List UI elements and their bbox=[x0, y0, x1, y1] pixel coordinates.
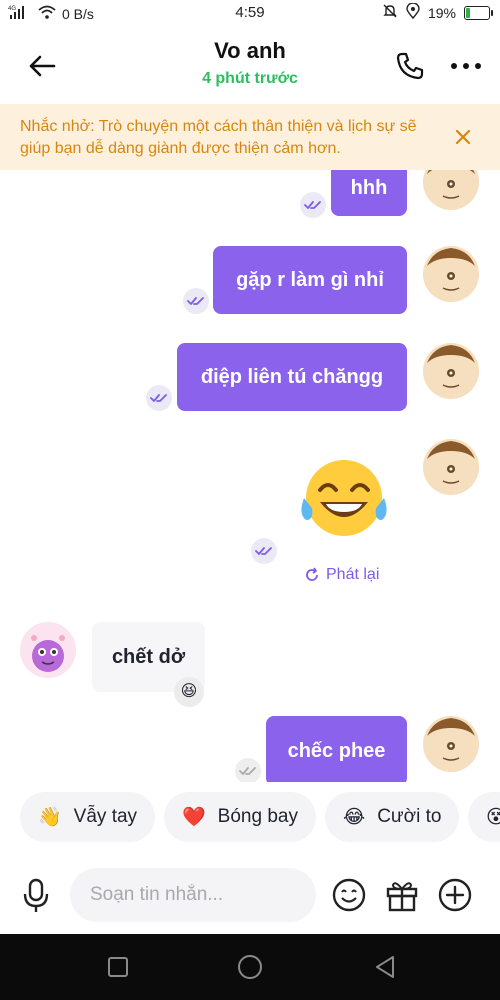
replay-icon bbox=[306, 567, 318, 581]
call-button[interactable] bbox=[390, 46, 430, 86]
voice-message-button[interactable] bbox=[18, 876, 54, 916]
quick-reply-label: Cười to bbox=[377, 806, 442, 827]
battery-percent: 19% bbox=[427, 4, 456, 21]
quick-reply-label: Vẫy tay bbox=[73, 806, 138, 827]
recent-apps-button[interactable] bbox=[103, 952, 133, 982]
microphone-icon bbox=[23, 878, 49, 912]
quick-reply-label: Bóng bay bbox=[217, 806, 298, 827]
quick-reply-laugh[interactable]: 😂 Cười to bbox=[325, 792, 460, 842]
more-icon bbox=[451, 63, 481, 69]
message-text: chết dở bbox=[111, 645, 186, 668]
joy-emoji-icon bbox=[301, 460, 387, 536]
emoji-icon bbox=[332, 878, 366, 912]
replay-label: Phát lại bbox=[326, 566, 380, 583]
message-text: hhh bbox=[350, 176, 388, 199]
location-icon bbox=[406, 2, 420, 22]
replay-button[interactable]: Phát lại bbox=[304, 566, 379, 584]
add-attachment-button[interactable] bbox=[436, 876, 474, 914]
home-button[interactable] bbox=[235, 952, 265, 982]
self-avatar[interactable] bbox=[423, 439, 479, 495]
quick-reply-more[interactable]: 😵 bbox=[468, 792, 500, 842]
status-bar: 4G 0 B/s 4:59 19% bbox=[0, 0, 500, 26]
quick-reply-balloon[interactable]: ❤️ Bóng bay bbox=[164, 792, 316, 842]
message-bubble-outgoing[interactable]: chếc phee bbox=[266, 716, 407, 782]
read-receipt-icon bbox=[251, 538, 277, 564]
system-nav-bar bbox=[0, 934, 500, 1000]
nav-back-button[interactable] bbox=[370, 952, 400, 982]
home-icon bbox=[238, 955, 262, 979]
heart-icon: ❤️ bbox=[182, 807, 206, 828]
read-receipt-icon bbox=[146, 385, 172, 411]
battery-icon bbox=[464, 5, 493, 20]
message-bubble-outgoing[interactable]: điệp liên tú chăngg bbox=[177, 343, 407, 411]
laughing-emoji-icon: 😆 bbox=[180, 683, 198, 700]
wave-icon: 👋 bbox=[38, 807, 62, 828]
dizzy-icon: 😵 bbox=[486, 806, 500, 828]
alarm-off-icon bbox=[382, 3, 398, 22]
message-composer bbox=[0, 856, 500, 934]
message-text: điệp liên tú chăngg bbox=[200, 365, 384, 388]
self-avatar[interactable] bbox=[423, 246, 479, 302]
more-options-button[interactable] bbox=[446, 46, 486, 86]
phone-icon bbox=[396, 52, 424, 80]
quick-reply-bar[interactable]: 👋 Vẫy tay ❤️ Bóng bay 😂 Cười to 😵 bbox=[0, 792, 500, 844]
quick-reply-wave[interactable]: 👋 Vẫy tay bbox=[20, 792, 156, 842]
close-icon bbox=[455, 129, 471, 145]
message-text: chếc phee bbox=[287, 739, 386, 762]
status-right: 19% bbox=[382, 2, 493, 22]
chat-header: Vo anh 4 phút trước bbox=[0, 26, 500, 104]
reminder-text: Nhắc nhở: Trò chuyện một cách thân thiện… bbox=[20, 118, 417, 157]
message-reaction[interactable]: 😆 bbox=[174, 677, 204, 707]
contact-avatar[interactable] bbox=[20, 622, 76, 678]
message-bubble-outgoing[interactable]: gặp r làm gì nhỉ bbox=[213, 246, 407, 314]
add-icon bbox=[438, 878, 472, 912]
self-avatar[interactable] bbox=[423, 170, 479, 210]
battery-fill bbox=[466, 7, 470, 18]
gift-icon bbox=[386, 882, 418, 912]
emoji-button[interactable] bbox=[330, 876, 368, 914]
back-icon bbox=[376, 956, 394, 978]
self-avatar[interactable] bbox=[423, 343, 479, 399]
self-avatar[interactable] bbox=[423, 716, 479, 772]
emoji-message[interactable] bbox=[298, 458, 390, 543]
message-input[interactable] bbox=[70, 868, 316, 922]
recent-apps-icon bbox=[108, 957, 128, 977]
reminder-close-button[interactable] bbox=[450, 124, 476, 150]
message-list[interactable]: hhh gặp r làm gì nhỉ điệp liên tú chăngg bbox=[0, 170, 500, 782]
laughing-icon: 😂 bbox=[343, 806, 366, 828]
read-receipt-icon bbox=[183, 288, 209, 314]
reminder-banner: Nhắc nhở: Trò chuyện một cách thân thiện… bbox=[0, 104, 500, 170]
gift-button[interactable] bbox=[383, 876, 421, 914]
message-bubble-outgoing[interactable]: hhh bbox=[331, 170, 407, 216]
message-text: gặp r làm gì nhỉ bbox=[236, 268, 384, 291]
read-receipt-icon bbox=[300, 192, 326, 218]
sent-receipt-icon bbox=[235, 758, 261, 782]
